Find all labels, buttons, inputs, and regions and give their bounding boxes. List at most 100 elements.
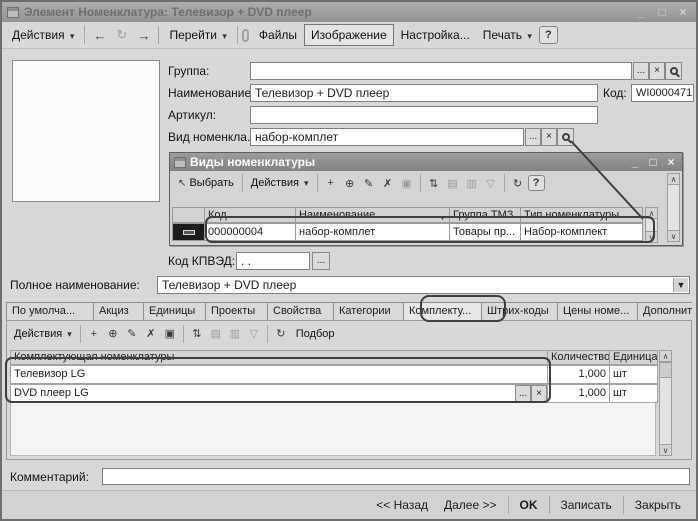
popup-actions-menu-button[interactable]: Действия ▾ [247, 175, 313, 191]
image-button[interactable]: Изображение [304, 24, 394, 46]
edit-icon[interactable]: ✎ [360, 173, 378, 193]
settings-button[interactable]: Настройка... [395, 25, 476, 45]
kinds-row[interactable]: 000000004 набор-комплет Товары пр... Наб… [172, 223, 643, 241]
commit-row-icon[interactable]: ▣ [161, 324, 179, 344]
new-item-icon[interactable]: + [322, 173, 340, 193]
popup-maximize-button[interactable]: □ [646, 155, 660, 169]
goto-menu-button[interactable]: Перейти ▾ [163, 25, 232, 45]
unit-header[interactable]: Единица [610, 350, 658, 365]
minimize-button[interactable]: _ [633, 5, 649, 19]
select-button[interactable]: ↖ Выбрать [172, 175, 238, 191]
cell-ellipsis-button[interactable]: ... [515, 385, 531, 402]
delete-row-icon[interactable]: ✗ [142, 324, 160, 344]
kpved-field[interactable]: . . [236, 252, 310, 270]
tab-prices[interactable]: Цены номе... [558, 302, 638, 321]
unit-cell[interactable]: шт [610, 384, 658, 403]
scroll-track[interactable] [668, 185, 679, 230]
print-menu-button[interactable]: Печать ▾ [477, 25, 538, 45]
scroll-up-icon[interactable]: ∧ [645, 207, 658, 219]
post-icon[interactable]: ▣ [398, 173, 416, 193]
group-header[interactable]: Группа ТМЗ [450, 207, 521, 223]
unit-cell[interactable]: шт [610, 365, 658, 384]
actions-menu-button[interactable]: Действия ▾ [6, 25, 80, 45]
refresh-icon[interactable]: ↻ [509, 173, 527, 193]
new-row-icon[interactable]: + [85, 324, 103, 344]
copy-icon[interactable]: ▥ [463, 173, 481, 193]
sort-icon[interactable]: ⇅ [425, 173, 443, 193]
article-field[interactable] [250, 106, 598, 124]
kpved-ellipsis-button[interactable]: ... [312, 252, 330, 270]
scroll-thumb[interactable] [659, 362, 672, 378]
ok-button[interactable]: OK [513, 495, 545, 515]
kind-open-button[interactable] [557, 128, 574, 146]
pick-button[interactable]: Подбор [291, 326, 340, 342]
open-folder-icon[interactable]: ▤ [444, 173, 462, 193]
tab-projects[interactable]: Проекты [206, 302, 268, 321]
quantity-header[interactable]: Количество [548, 350, 610, 365]
scroll-down-icon[interactable]: ∨ [659, 444, 672, 456]
component-row[interactable]: Телевизор LG 1,000 шт [10, 365, 658, 384]
popup-help-button[interactable]: ? [528, 175, 545, 191]
insert-row-icon[interactable]: ⊕ [104, 324, 122, 344]
fullname-dropdown-button[interactable]: ▼ [673, 278, 688, 292]
filter-off-icon[interactable]: ▽ [245, 324, 263, 344]
name-header[interactable]: Наименование▼ [296, 207, 450, 223]
sort-icon[interactable]: ⇅ [188, 324, 206, 344]
edit-row-icon[interactable]: ✎ [123, 324, 141, 344]
quantity-cell[interactable]: 1,000 [548, 384, 610, 403]
scroll-up-icon[interactable]: ∧ [659, 350, 672, 362]
group-clear-button[interactable]: × [649, 62, 665, 80]
tab-properties[interactable]: Свойства [268, 302, 334, 321]
new-group-icon[interactable]: ⊕ [341, 173, 359, 193]
comment-field[interactable] [102, 468, 690, 485]
next-button[interactable]: Далее >> [437, 495, 504, 515]
component-row[interactable]: DVD плеер LG ...× 1,000 шт [10, 384, 658, 403]
reread-icon[interactable]: ↻ [111, 25, 132, 45]
name-field[interactable]: Телевизор + DVD плеер [250, 84, 598, 102]
tab-components[interactable]: Комплекту... [404, 302, 482, 321]
close-button[interactable]: × [675, 5, 691, 19]
popup-minimize-button[interactable]: _ [628, 155, 642, 169]
component-name-header[interactable]: Комплектующая номенклатуры [10, 350, 548, 365]
tab-categories[interactable]: Категории [334, 302, 404, 321]
kind-clear-button[interactable]: × [541, 128, 557, 146]
cell-clear-button[interactable]: × [531, 385, 547, 402]
group-open-button[interactable] [665, 62, 682, 80]
scroll-up-icon[interactable]: ∧ [667, 173, 680, 185]
save-button[interactable]: Записать [554, 495, 619, 515]
scroll-track[interactable] [646, 219, 657, 231]
kind-field[interactable]: набор-комплет [250, 128, 524, 146]
scroll-down-icon[interactable]: ∨ [645, 231, 658, 243]
type-cell[interactable]: Набор-комплект [521, 223, 643, 241]
maximize-button[interactable]: □ [654, 5, 670, 19]
code-cell[interactable]: 000000004 [205, 223, 296, 241]
tab-additional[interactable]: Дополните... [638, 302, 692, 321]
group-cell[interactable]: Товары пр... [450, 223, 521, 241]
fullname-field[interactable]: Телевизор + DVD плеер▼ [157, 276, 690, 294]
quantity-cell[interactable]: 1,000 [548, 365, 610, 384]
component-name-cell[interactable]: DVD плеер LG ...× [10, 384, 548, 403]
next-item-icon[interactable]: → [133, 25, 154, 45]
components-actions-menu-button[interactable]: Действия ▾ [10, 326, 76, 342]
delete-icon[interactable]: ✗ [379, 173, 397, 193]
tab-excise[interactable]: Акциз [94, 302, 144, 321]
components-scrollbar[interactable]: ∧ ∨ [659, 350, 672, 456]
name-cell[interactable]: набор-комплет [296, 223, 450, 241]
code-field[interactable]: WI000047151 [631, 84, 694, 102]
files-button[interactable]: Файлы [253, 25, 303, 45]
filter-off-icon[interactable]: ▽ [482, 173, 500, 193]
refresh-icon[interactable]: ↻ [272, 324, 290, 344]
popup-scrollbar[interactable]: ∧ ∨ [667, 173, 680, 242]
group-field[interactable] [250, 62, 632, 80]
back-button[interactable]: << Назад [369, 495, 435, 515]
group-ellipsis-button[interactable]: ... [633, 62, 649, 80]
tab-default[interactable]: По умолча... [6, 302, 94, 321]
component-name-cell[interactable]: Телевизор LG [10, 365, 548, 384]
scroll-track[interactable] [660, 378, 671, 444]
previous-item-icon[interactable]: ← [89, 25, 110, 45]
close-form-button[interactable]: Закрыть [628, 495, 688, 515]
type-header[interactable]: Тип номенклатуры [521, 207, 643, 223]
scroll-down-icon[interactable]: ∨ [667, 230, 680, 242]
tab-barcodes[interactable]: Штрих-коды [482, 302, 558, 321]
copy-icon[interactable]: ▥ [226, 324, 244, 344]
